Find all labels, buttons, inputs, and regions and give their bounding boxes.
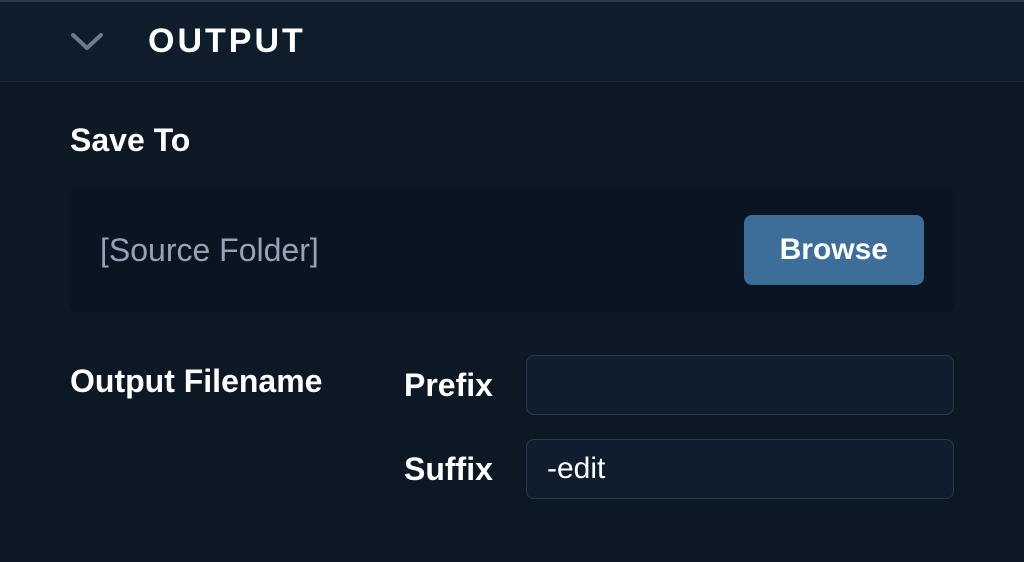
chevron-down-icon [70, 25, 104, 59]
prefix-row: Prefix [404, 355, 954, 415]
prefix-input[interactable] [526, 355, 954, 415]
output-filename-label: Output Filename [70, 355, 404, 400]
prefix-label: Prefix [404, 367, 504, 404]
output-content: Save To [Source Folder] Browse Output Fi… [0, 82, 1024, 499]
save-to-path: [Source Folder] [100, 232, 319, 269]
section-title: OUTPUT [148, 22, 306, 61]
suffix-label: Suffix [404, 451, 504, 488]
output-section-header[interactable]: OUTPUT [0, 2, 1024, 82]
output-filename-section: Output Filename Prefix Suffix [70, 355, 954, 499]
browse-button[interactable]: Browse [744, 215, 924, 285]
suffix-row: Suffix [404, 439, 954, 499]
filename-fields: Prefix Suffix [404, 355, 954, 499]
suffix-input[interactable] [526, 439, 954, 499]
save-to-row: [Source Folder] Browse [70, 187, 954, 313]
save-to-label: Save To [70, 122, 954, 159]
